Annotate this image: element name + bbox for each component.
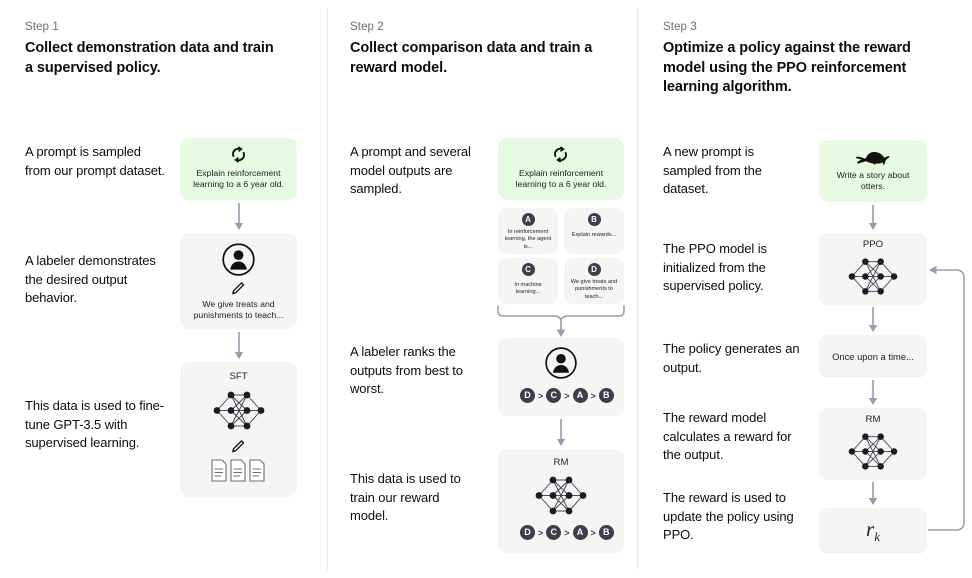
step-1-prompt-text: Explain reinforcement learning to a 6 ye… (193, 168, 284, 190)
step-3-reward-card[interactable]: rk (819, 508, 927, 554)
step-2-rm-card[interactable]: RM D > C > A > B (498, 449, 624, 553)
step-1-title: Collect demonstration data and train a s… (25, 40, 274, 76)
rm-title: RM (865, 414, 881, 425)
step-1-column: Step 1 Collect demonstration data and tr… (0, 0, 328, 578)
step-1-prompt-card[interactable]: Explain reinforcement learning to a 6 ye… (180, 138, 297, 200)
arrow-down-1b (233, 332, 245, 360)
step-1-caption-3: This data is used to fine-tune GPT-3.5 w… (25, 398, 165, 450)
output-card-d[interactable]: D We give treats and punishments to teac… (564, 258, 624, 304)
neural-network-icon (844, 429, 902, 474)
step-2-column: Step 2 Collect comparison data and train… (328, 0, 638, 578)
reward-subscript: k (874, 529, 880, 545)
rank-pill-2: C (546, 388, 562, 403)
merge-brace-arrow (496, 304, 626, 338)
step-3-caption-1: A new prompt is sampled from the dataset… (663, 144, 762, 196)
ranking-row: D > C > A > B (520, 388, 614, 403)
rm-title: RM (553, 457, 569, 468)
output-card-b[interactable]: B Explain rewards... (564, 208, 624, 254)
arrow-down-3c (867, 380, 879, 406)
ppo-title: PPO (862, 239, 884, 250)
neural-network-icon (209, 387, 269, 434)
reward-formula: rk (819, 517, 927, 545)
ranking-row-rm: D > C > A > B (520, 525, 614, 540)
step-3-output-text: Once upon a time... (832, 351, 914, 362)
neural-network-icon (844, 254, 902, 299)
rank-pill-1: D (520, 388, 535, 403)
rank-pill-4: B (598, 388, 614, 403)
arrow-down-1a (233, 203, 245, 231)
output-text-c: In machine learning... (514, 282, 542, 296)
option-letter-a: A (521, 213, 535, 226)
arrow-down-3d (867, 482, 879, 506)
step-3-caption-4: The reward model calculates a reward for… (663, 410, 792, 462)
option-letter-c: C (521, 263, 535, 276)
step-3-prompt-text: Write a story about otters. (836, 170, 910, 192)
arrow-down-2b (555, 419, 567, 447)
arrow-down-3a (867, 205, 879, 231)
rlhf-diagram: Step 1 Collect demonstration data and tr… (0, 0, 972, 578)
otter-icon (855, 148, 891, 166)
pencil-icon (230, 280, 246, 296)
arrow-down-3b (867, 307, 879, 333)
output-card-a[interactable]: A In reinforcement learning, the agent i… (498, 208, 558, 254)
output-text-a: In reinforcement learning, the agent is.… (504, 229, 552, 250)
step-2-title: Collect comparison data and train a rewa… (350, 40, 593, 76)
step-3-caption-5: The reward is used to update the policy … (663, 490, 794, 542)
step-3-ppo-card[interactable]: PPO (819, 233, 927, 305)
sync-icon (230, 146, 247, 163)
output-card-c[interactable]: C In machine learning... (498, 258, 558, 304)
feedback-loop-arrow (924, 262, 970, 534)
step-2-caption-3: This data is used to train our reward mo… (350, 471, 461, 523)
reward-symbol: r (866, 517, 875, 541)
step-2-prompt-text: Explain reinforcement learning to a 6 ye… (515, 168, 607, 190)
pencil-icon (230, 438, 246, 454)
rank-sep-1: > (538, 527, 544, 538)
option-letter-d: D (587, 263, 601, 276)
step-1-labeler-card[interactable]: We give treats and punishments to teach.… (180, 233, 297, 329)
step-3-rm-card[interactable]: RM (819, 408, 927, 480)
step-3-title: Optimize a policy against the reward mod… (663, 40, 911, 95)
step-3-prompt-card[interactable]: Write a story about otters. (819, 140, 927, 202)
sft-title: SFT (229, 371, 248, 382)
step-3-column: Step 3 Optimize a policy against the rew… (638, 0, 972, 578)
step-3-output-card[interactable]: Once upon a time... (819, 335, 927, 378)
output-text-b: Explain rewards... (571, 232, 617, 238)
rank-sep-2: > (564, 390, 570, 401)
rank-sep-3: > (590, 527, 596, 538)
neural-network-icon (531, 472, 591, 519)
rank-pill-2: C (546, 525, 562, 540)
step-2-caption-2: A labeler ranks the outputs from best to… (350, 344, 463, 396)
step-1-labeler-text: We give treats and punishments to teach.… (193, 299, 284, 321)
step-2-label: Step 2 (350, 21, 384, 33)
rank-pill-3: A (572, 388, 588, 403)
documents-icon (210, 458, 268, 484)
step-1-sft-card[interactable]: SFT (180, 362, 297, 497)
option-letter-b: B (587, 213, 601, 226)
rank-pill-4: B (598, 525, 614, 540)
rank-sep-1: > (538, 390, 544, 401)
rank-pill-1: D (520, 525, 535, 540)
sync-icon (552, 146, 569, 163)
output-text-d: We give treats and punishments to teach.… (570, 279, 618, 300)
step-2-prompt-card[interactable]: Explain reinforcement learning to a 6 ye… (498, 138, 624, 200)
step-3-label: Step 3 (663, 21, 697, 33)
step-1-label: Step 1 (25, 21, 59, 33)
step-1-caption-1: A prompt is sampled from our prompt data… (25, 144, 165, 178)
step-3-caption-3: The policy generates an output. (663, 341, 800, 375)
step-1-caption-2: A labeler demonstrates the desired outpu… (25, 253, 156, 305)
step-2-ranking-card[interactable]: D > C > A > B (498, 338, 624, 416)
step-3-caption-2: The PPO model is initialized from the su… (663, 241, 767, 293)
rank-sep-2: > (564, 527, 570, 538)
rank-pill-3: A (572, 525, 588, 540)
step-2-caption-1: A prompt and several model outputs are s… (350, 144, 471, 196)
labeler-person-icon (544, 346, 578, 380)
labeler-person-icon (221, 242, 256, 277)
rank-sep-3: > (590, 390, 596, 401)
